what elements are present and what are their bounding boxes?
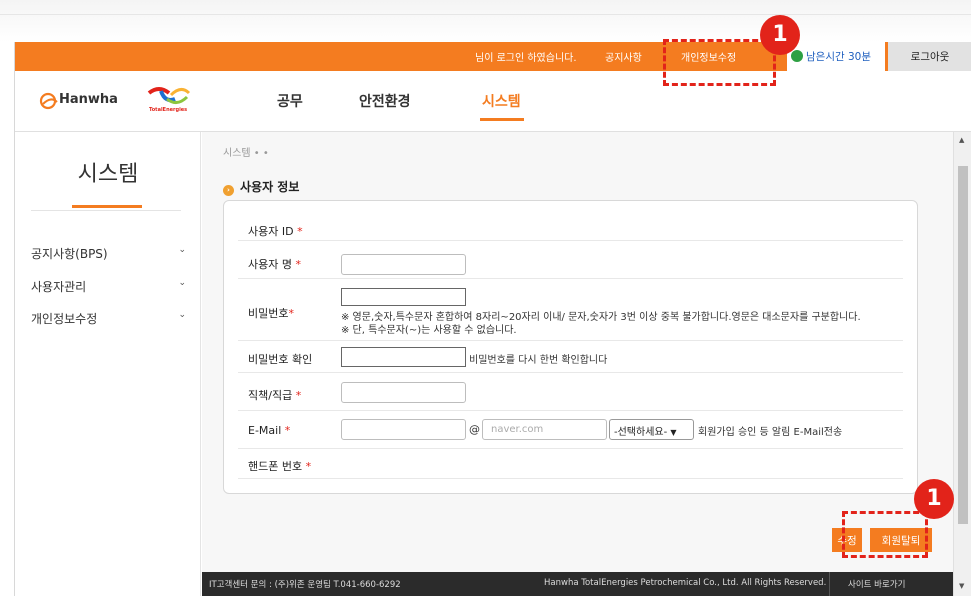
email-domain-input[interactable]: naver.com bbox=[482, 419, 607, 440]
active-tab-indicator bbox=[480, 118, 524, 121]
footer: IT고객센터 문의 : (주)위존 운영팀 T.041-660-6292 Han… bbox=[202, 572, 953, 596]
user-name-input[interactable] bbox=[341, 254, 466, 275]
app-window: 님이 로그인 하였습니다. 공지사항 개인정보수정 남은시간 30분 로그아웃 … bbox=[14, 42, 971, 596]
scroll-up-icon[interactable]: ▲ bbox=[959, 136, 964, 144]
email-note: 회원가입 승인 등 알림 E-Mail전송 bbox=[698, 427, 843, 438]
company-logo[interactable]: Hanwha TotalEnergies bbox=[39, 83, 191, 119]
sidebar-item-profile[interactable]: 개인정보수정 ⌄ bbox=[31, 310, 186, 327]
sidebar-item-label: 공지사항(BPS) bbox=[31, 247, 108, 261]
position-input[interactable] bbox=[341, 382, 466, 403]
logout-button[interactable]: 로그아웃 bbox=[888, 42, 971, 71]
chevron-down-icon: ▼ bbox=[670, 428, 677, 437]
footer-copyright: Hanwha TotalEnergies Petrochemical Co., … bbox=[544, 578, 827, 588]
row-user-name: 사용자 명 * bbox=[238, 241, 903, 279]
timer-status-icon bbox=[791, 50, 803, 62]
scroll-down-icon[interactable]: ▼ bbox=[959, 582, 964, 590]
totalenergies-logo-icon bbox=[147, 87, 191, 104]
email-at-sign: @ bbox=[469, 423, 480, 436]
session-timer: 남은시간 30분 bbox=[787, 42, 885, 71]
row-phone: 핸드폰 번호 * bbox=[238, 449, 903, 479]
user-name-label: 사용자 명 * bbox=[248, 258, 301, 271]
hanwha-wordmark: Hanwha bbox=[59, 92, 118, 107]
site-header: Hanwha TotalEnergies 공무 안전환경 시스템 bbox=[15, 71, 971, 131]
password-confirm-note: 비밀번호를 다시 한번 확인합니다 bbox=[469, 355, 608, 366]
sidebar: 시스템 공지사항(BPS) ⌄ 사용자관리 ⌄ 개인정보수정 ⌄ bbox=[15, 132, 201, 596]
sidebar-divider bbox=[31, 210, 181, 211]
sidebar-title: 시스템 bbox=[77, 162, 139, 187]
main-content: 시스템 • • › 사용자 정보 사용자 ID * 사용자 명 * 비밀번호* ※… bbox=[202, 132, 953, 572]
user-id-label: 사용자 ID * bbox=[248, 225, 303, 238]
password-confirm-label: 비밀번호 확인 bbox=[248, 353, 313, 366]
hanwha-logo-icon bbox=[39, 92, 58, 110]
top-utility-bar: 님이 로그인 하였습니다. 공지사항 개인정보수정 남은시간 30분 로그아웃 bbox=[15, 42, 971, 71]
annotation-box-profile-edit bbox=[663, 39, 776, 86]
footer-contact: IT고객센터 문의 : (주)위존 운영팀 T.041-660-6292 bbox=[209, 580, 401, 590]
password-label: 비밀번호* bbox=[248, 307, 294, 320]
sidebar-item-label: 사용자관리 bbox=[31, 280, 87, 294]
email-domain-select[interactable]: -선택하세요- ▼ bbox=[609, 419, 694, 440]
row-password-confirm: 비밀번호 확인 비밀번호를 다시 한번 확인합니다 bbox=[238, 341, 903, 373]
row-password: 비밀번호* ※ 영문,숫자,특수문자 혼합하여 8자리~20자리 이내/ 문자,… bbox=[238, 279, 903, 341]
nav-tab-system[interactable]: 시스템 bbox=[482, 91, 521, 111]
totalenergies-wordmark: TotalEnergies bbox=[149, 107, 188, 113]
user-info-form: 사용자 ID * 사용자 명 * 비밀번호* ※ 영문,숫자,특수문자 혼합하여… bbox=[223, 200, 918, 494]
annotation-badge-2: 1 bbox=[914, 479, 954, 519]
section-title: › 사용자 정보 bbox=[223, 178, 299, 196]
phone-label: 핸드폰 번호 * bbox=[248, 460, 312, 473]
vertical-scrollbar[interactable]: ▲ ▼ bbox=[953, 132, 971, 596]
timer-text: 남은시간 30분 bbox=[806, 51, 871, 63]
row-user-id: 사용자 ID * bbox=[238, 209, 903, 241]
nav-tab-safety[interactable]: 안전환경 bbox=[359, 91, 411, 111]
password-special-note: ※ 단, 특수문자(~)는 사용할 수 없습니다. bbox=[341, 325, 517, 336]
email-label: E-Mail * bbox=[248, 424, 291, 437]
email-id-input[interactable] bbox=[341, 419, 466, 440]
password-confirm-input[interactable] bbox=[341, 347, 466, 367]
login-message: 님이 로그인 하였습니다. bbox=[475, 53, 577, 64]
nav-tab-gongmu[interactable]: 공무 bbox=[277, 91, 303, 111]
annotation-box-withdraw bbox=[842, 511, 928, 558]
sidebar-item-label: 개인정보수정 bbox=[31, 312, 98, 326]
chevron-down-icon: ⌄ bbox=[178, 278, 186, 288]
section-bullet-icon: › bbox=[223, 185, 234, 196]
row-email: E-Mail * @ naver.com -선택하세요- ▼ 회원가입 승인 등… bbox=[238, 411, 903, 449]
sidebar-title-accent bbox=[72, 205, 142, 208]
password-input[interactable] bbox=[341, 288, 466, 306]
browser-top-strip bbox=[0, 0, 971, 42]
chevron-down-icon: ⌄ bbox=[178, 245, 186, 255]
site-shortcut-link[interactable]: 사이트 바로가기 bbox=[848, 578, 905, 590]
sidebar-item-notice[interactable]: 공지사항(BPS) ⌄ bbox=[31, 245, 186, 262]
sidebar-item-users[interactable]: 사용자관리 ⌄ bbox=[31, 278, 186, 295]
breadcrumb: 시스템 • • bbox=[223, 148, 269, 159]
chevron-down-icon: ⌄ bbox=[178, 310, 186, 320]
annotation-badge-1: 1 bbox=[760, 15, 800, 55]
footer-divider bbox=[829, 572, 830, 596]
scrollbar-thumb[interactable] bbox=[958, 166, 968, 524]
position-label: 직책/직급 * bbox=[248, 389, 302, 402]
notice-link[interactable]: 공지사항 bbox=[605, 49, 642, 64]
row-position: 직책/직급 * bbox=[238, 373, 903, 411]
